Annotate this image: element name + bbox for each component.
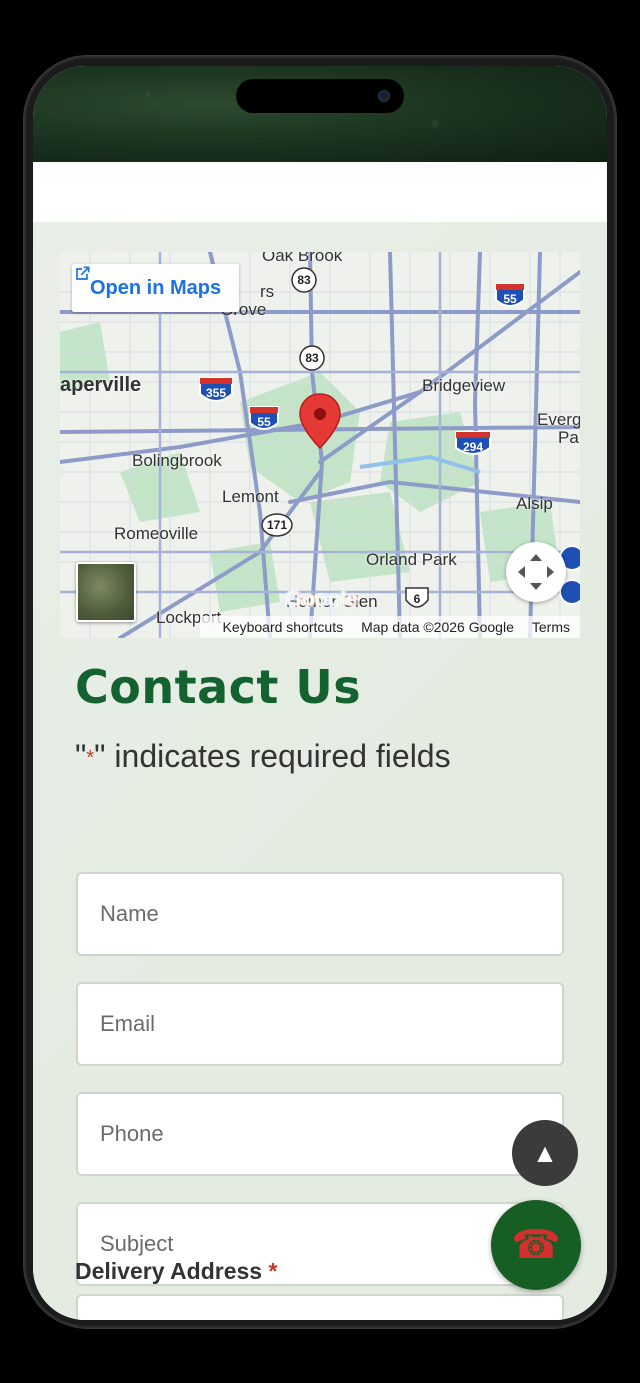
screen: 355 55 55 294 83 83 171 6 Oak Brook aper… (33, 66, 607, 1320)
required-note-prefix: " (75, 738, 87, 774)
map-data-attribution: Map data ©2026 Google (361, 619, 514, 635)
external-link-icon (76, 266, 90, 280)
page-title: Contact Us (75, 660, 362, 714)
fullscreen-icon (518, 554, 554, 590)
google-logo: Google (285, 586, 358, 612)
telephone-icon: ☎ (511, 1223, 561, 1267)
open-in-maps-button[interactable]: Open in Maps (72, 264, 240, 312)
email-field[interactable] (76, 982, 564, 1066)
delivery-address-text: Delivery Address (75, 1258, 263, 1284)
open-in-maps-label: Open in Maps (90, 276, 222, 299)
svg-text:83: 83 (297, 273, 311, 287)
keyboard-shortcuts-link[interactable]: Keyboard shortcuts (222, 619, 343, 635)
dynamic-island (236, 79, 404, 113)
fullscreen-button[interactable] (506, 542, 566, 602)
required-note-suffix: " indicates required fields (94, 738, 451, 774)
delivery-address-label: Delivery Address * (75, 1258, 277, 1285)
satellite-toggle-button[interactable] (76, 562, 136, 622)
route-shield-355: 355 (199, 377, 233, 402)
svg-text:6: 6 (414, 592, 421, 606)
svg-text:355: 355 (206, 386, 226, 400)
name-field[interactable] (76, 872, 564, 956)
svg-text:294: 294 (463, 440, 483, 454)
embedded-map[interactable]: 355 55 55 294 83 83 171 6 Oak Brook aper… (60, 252, 580, 638)
svg-text:83: 83 (305, 351, 319, 365)
header-bar (33, 162, 607, 222)
route-shield-55a: 55 (249, 406, 279, 430)
required-fields-note: "*" indicates required fields (75, 738, 451, 775)
route-shield-294: 294 (455, 431, 491, 455)
svg-text:55: 55 (257, 415, 271, 429)
google-logo-text: Google (285, 586, 358, 611)
call-button[interactable]: ☎ (491, 1200, 581, 1290)
delivery-address-field[interactable] (76, 1294, 564, 1320)
arrow-up-icon: ▲ (532, 1137, 558, 1168)
camera-icon (378, 90, 390, 102)
terms-link[interactable]: Terms (532, 619, 570, 635)
required-star: * (86, 747, 95, 770)
required-star: * (268, 1258, 278, 1284)
route-shield-55b: 55 (495, 283, 525, 307)
phone-field[interactable] (76, 1092, 564, 1176)
svg-text:171: 171 (267, 518, 287, 532)
map-footer: Keyboard shortcuts Map data ©2026 Google… (200, 616, 580, 638)
svg-text:55: 55 (503, 292, 517, 306)
page-content: 355 55 55 294 83 83 171 6 Oak Brook aper… (33, 222, 607, 1320)
scroll-to-top-button[interactable]: ▲ (512, 1120, 578, 1186)
